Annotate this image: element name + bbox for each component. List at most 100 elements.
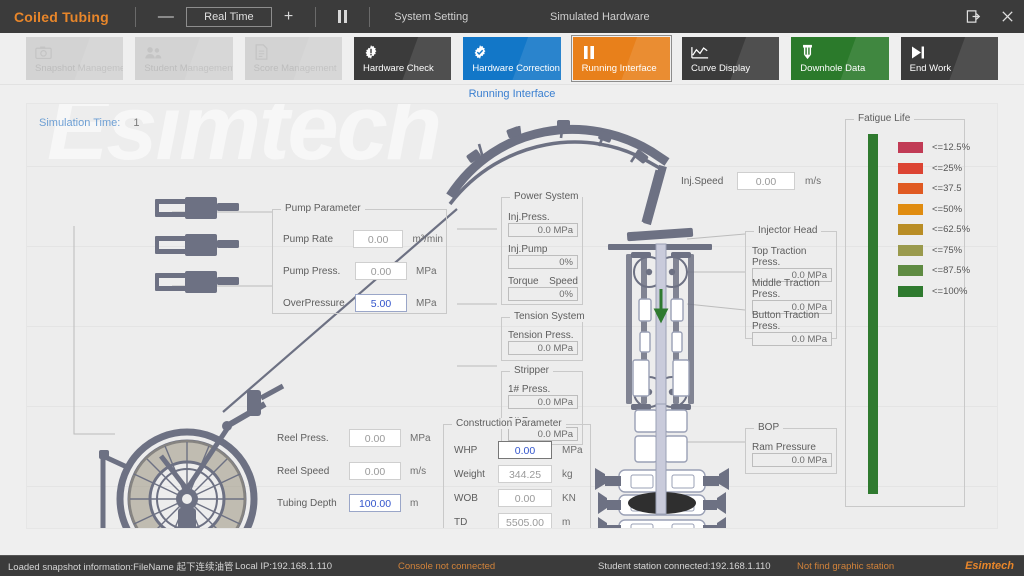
tension-press-value: 0.0 MPa (508, 341, 578, 355)
inj-pump-value: 0% (508, 255, 578, 269)
main-toolbar: Snapshot Management Student Management S… (0, 33, 1024, 85)
field-unit: m (562, 516, 571, 528)
legend-swatch (898, 183, 923, 194)
tool-curve-display[interactable]: Curve Display (681, 37, 780, 80)
legend-swatch (898, 224, 923, 235)
field-label: Tubing Depth (277, 497, 337, 509)
tool-student-management[interactable]: Student Management (135, 37, 233, 80)
construction-parameter-panel: Construction Parameter WHP 0.00 MPa Weig… (443, 418, 591, 528)
overpressure-input[interactable]: 5.00 (355, 294, 407, 312)
field-unit: m/s (410, 465, 427, 477)
wob-input[interactable]: 0.00 (498, 489, 552, 507)
injector-head (608, 227, 712, 485)
app-title: Coiled Tubing (14, 8, 109, 25)
tool-end-work[interactable]: End Work (900, 37, 998, 80)
tool-snapshot-management[interactable]: Snapshot Management (26, 37, 124, 80)
fatigue-life-bar (868, 134, 878, 494)
field-label: Torque (508, 276, 539, 287)
pump-parameter-panel: Pump Parameter Pump Rate 0.00 m³/min Pum… (272, 203, 447, 314)
field-label: OverPressure (283, 297, 345, 309)
panel-legend: Pump Parameter (281, 203, 365, 214)
status-student-station: Student station connected:192.168.1.110 (598, 560, 771, 572)
legend-label: <=75% (932, 244, 963, 256)
document-icon (254, 44, 342, 61)
field-label: 1# Press. (508, 384, 551, 395)
legend-label: <=25% (932, 162, 963, 174)
field-unit: m (410, 497, 419, 509)
status-console: Console not connected (398, 560, 496, 572)
weight-input[interactable]: 344.25 (498, 465, 552, 483)
inj-press-value: 0.0 MPa (508, 223, 578, 237)
field-label: Reel Press. (277, 432, 329, 444)
legend-label: <=100% (932, 285, 968, 297)
legend-swatch (898, 142, 923, 153)
title-bar: Coiled Tubing — Real Time + System Setti… (0, 0, 1024, 33)
legend-item: <=75% (898, 244, 970, 256)
tool-downhole-data[interactable]: Downhole Data (791, 37, 889, 80)
pump-units (155, 197, 239, 293)
watermark: Esimtech (47, 103, 442, 179)
speed-decrease-button[interactable]: — (146, 8, 186, 25)
tool-hardware-check[interactable]: Hardware Check (353, 37, 452, 80)
field-label: Inj.Press. (508, 212, 550, 223)
inj-speed-label: Inj.Speed (681, 175, 724, 187)
panel-legend: Fatigue Life (854, 113, 915, 124)
field-label: WOB (454, 492, 478, 504)
field-label: Top Traction Press. (752, 246, 807, 268)
pause-icon[interactable] (326, 10, 359, 23)
field-unit: MPa (416, 265, 437, 277)
power-system-panel: Power System Inj.Press. 0.0 MPa Inj.Pump… (501, 191, 583, 305)
simulated-hardware-label: Simulated Hardware (550, 10, 650, 23)
tension-system-panel: Tension System Tension Press. 0.0 MPa (501, 311, 589, 361)
gear-check-icon (363, 44, 451, 61)
injector-head-panel: Injector Head Top Traction Press. 0.0 MP… (745, 225, 837, 346)
divider (315, 6, 317, 27)
tool-label: Hardware Check (362, 62, 434, 74)
tool-label: Running Interface (581, 62, 657, 74)
close-icon[interactable] (990, 0, 1024, 33)
tool-score-management[interactable]: Score Management (244, 37, 342, 80)
field-label: Ram Pressure (752, 442, 816, 453)
reel-press-field: Reel Press. 0.00 MPa (277, 429, 447, 447)
field-label: Pump Rate (283, 233, 334, 245)
page-title: Running Interface (468, 88, 556, 100)
reel-press-input[interactable]: 0.00 (349, 429, 401, 447)
speed-increase-button[interactable]: + (272, 8, 305, 25)
tool-label: Downhole Data (800, 62, 866, 74)
bop-rams (595, 468, 729, 528)
logout-icon[interactable] (956, 0, 990, 33)
skip-end-icon (910, 44, 998, 61)
field-unit: MPa (562, 444, 583, 456)
tool-hardware-correction[interactable]: Hardware Correction (463, 37, 561, 80)
inj-speed-unit: m/s (805, 175, 822, 187)
simulation-time: Simulation Time: 1 (39, 117, 140, 129)
reel-speed-input[interactable]: 0.00 (349, 462, 401, 480)
pump-press-input[interactable]: 0.00 (355, 262, 407, 280)
whp-input[interactable]: 0.00 (498, 441, 552, 459)
work-area: Running Interface Esimtech Simulation Ti… (0, 85, 1024, 555)
coiled-tubing-reel (99, 383, 285, 528)
tool-running-interface[interactable]: Running Interface (570, 35, 672, 82)
system-setting-button[interactable]: System Setting (380, 11, 482, 23)
divider (134, 6, 136, 27)
fatigue-life-panel: Fatigue Life <=12.5% <=25% <=37.5 <=50% (845, 113, 970, 507)
field-label: Pump Press. (283, 265, 341, 277)
bop-panel: BOP Ram Pressure 0.0 MPa (745, 422, 837, 474)
legend-swatch (898, 203, 923, 215)
stripper-1-press-value: 0.0 MPa (508, 395, 578, 409)
panel-legend: Injector Head (754, 225, 822, 236)
panel-legend: Stripper (510, 365, 554, 376)
inj-speed-input[interactable]: 0.00 (737, 172, 795, 190)
simulation-speed-value[interactable]: Real Time (185, 6, 272, 27)
legend-item: <=100% (898, 285, 970, 297)
td-input[interactable]: 5505.00 (498, 513, 552, 528)
field-label: Weight (454, 468, 485, 480)
field-label: Button Traction Press. (752, 310, 820, 332)
simulation-time-value: 1 (133, 117, 140, 129)
brand-logo: Esimtech (965, 560, 1014, 572)
legend-label: <=62.5% (932, 224, 971, 235)
tubing-depth-input[interactable]: 100.00 (349, 494, 401, 512)
legend-item: <=12.5% (898, 142, 970, 153)
pump-rate-input[interactable]: 0.00 (352, 230, 404, 248)
simulation-time-label: Simulation Time: (39, 117, 121, 129)
